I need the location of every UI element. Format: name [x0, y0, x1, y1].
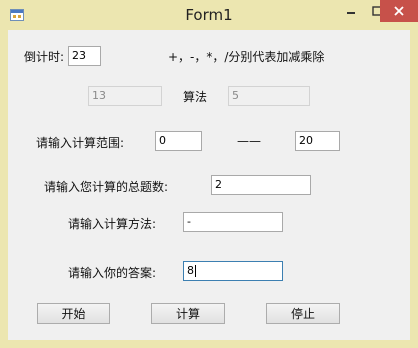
- close-icon: [394, 6, 404, 16]
- right-operand-field[interactable]: 5: [228, 86, 310, 106]
- operator-hint: +，-，*，/分别代表加减乘除: [168, 50, 325, 64]
- minimize-icon: [347, 12, 355, 14]
- text-caret: [195, 265, 196, 277]
- calculate-button[interactable]: 计算: [151, 303, 225, 324]
- form-client-area: 倒计时: 23 +，-，*，/分别代表加减乘除 13 算法 5 请输入计算范围:…: [8, 30, 410, 340]
- minimize-button[interactable]: [338, 0, 364, 22]
- total-questions-label: 请输入您计算的总题数:: [44, 180, 169, 194]
- range-from-field[interactable]: 0: [155, 131, 202, 151]
- timer-field[interactable]: 23: [68, 46, 101, 66]
- operation-label: 算法: [183, 90, 208, 104]
- start-button[interactable]: 开始: [37, 303, 110, 324]
- main-window: Form1 倒计时: 23 +，-，*，/分别代表加减乘除 13 算法 5 请输…: [0, 0, 418, 348]
- total-questions-field[interactable]: 2: [211, 175, 311, 195]
- range-to-field[interactable]: 20: [295, 131, 340, 151]
- range-label: 请输入计算范围:: [36, 136, 125, 150]
- stop-button[interactable]: 停止: [266, 303, 340, 324]
- close-button[interactable]: [380, 0, 418, 22]
- method-field[interactable]: -: [183, 212, 283, 232]
- title-bar[interactable]: Form1: [0, 0, 418, 30]
- range-separator: ——: [237, 134, 261, 148]
- answer-value: 8: [187, 264, 194, 277]
- answer-field[interactable]: 8: [183, 261, 283, 281]
- timer-label: 倒计时:: [24, 50, 65, 64]
- answer-label: 请输入你的答案:: [68, 266, 157, 280]
- left-operand-field[interactable]: 13: [88, 86, 162, 106]
- method-label: 请输入计算方法:: [68, 217, 157, 231]
